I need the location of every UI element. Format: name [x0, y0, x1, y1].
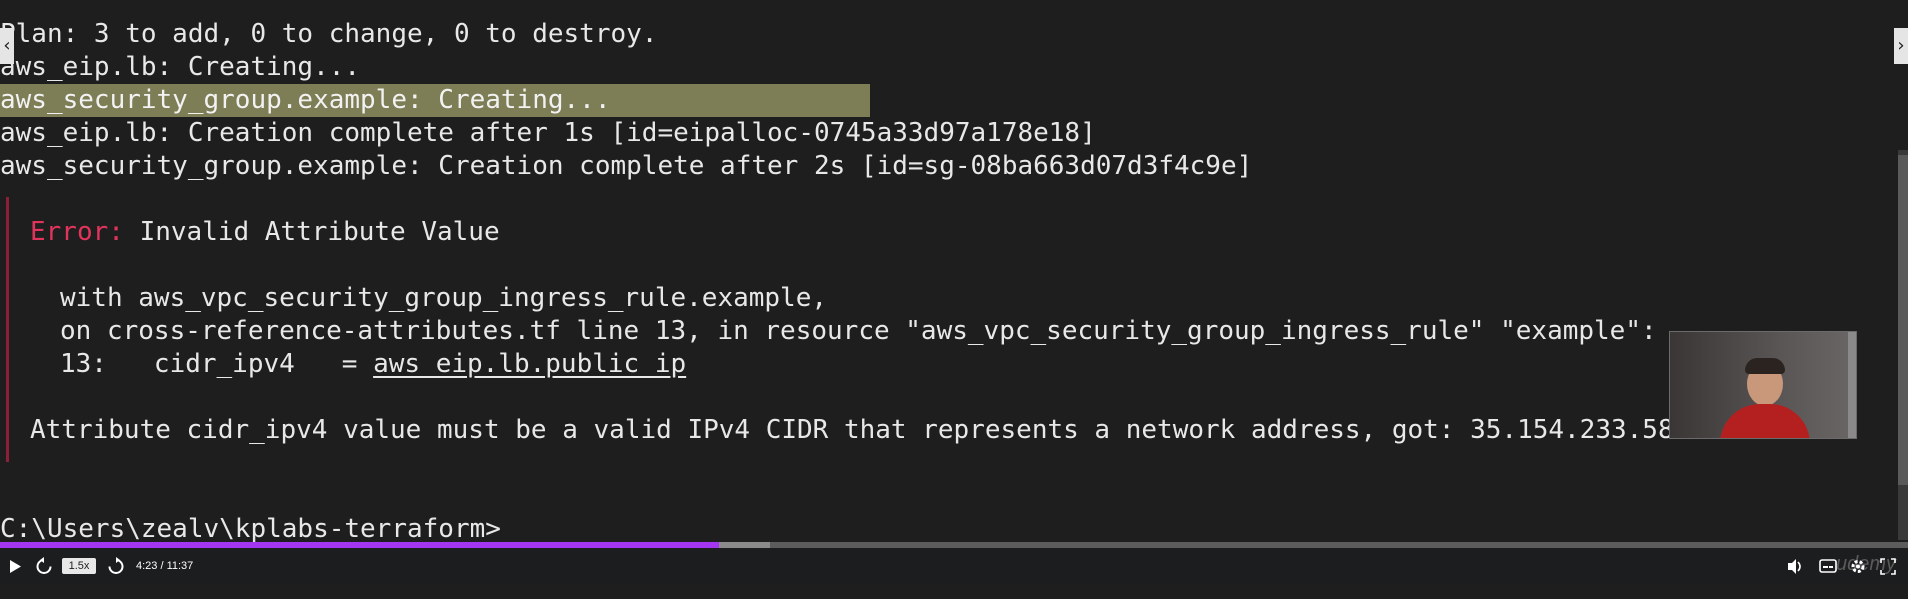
error-with-line: with aws_vpc_security_group_ingress_rule… — [60, 283, 828, 313]
error-title: Invalid Attribute Value — [123, 217, 500, 247]
error-block-bar — [6, 197, 9, 462]
forward-icon[interactable] — [108, 548, 124, 585]
code-prefix: 13: cidr_ipv4 = — [60, 349, 374, 379]
error-on-line: on cross-reference-attributes.tf line 13… — [60, 316, 1657, 346]
play-icon[interactable] — [8, 548, 22, 585]
terminal-scrollbar-thumb[interactable] — [1898, 155, 1908, 485]
error-code-line: 13: cidr_ipv4 = aws_eip.lb.public_ip — [60, 348, 686, 381]
eip-creating-line: aws_eip.lb: Creating... — [0, 52, 361, 82]
previous-lecture-button[interactable]: ‹ — [0, 28, 14, 64]
captions-icon[interactable] — [1818, 548, 1838, 585]
error-label: Error: — [30, 217, 124, 247]
instructor-webcam — [1669, 331, 1857, 439]
next-lecture-button[interactable]: › — [1894, 28, 1908, 64]
sg-creating-line-selected: aws_security_group.example: Creating... — [0, 84, 870, 117]
playback-time: 4:23 / 11:37 — [136, 560, 194, 572]
error-heading: Error: Invalid Attribute Value — [30, 216, 500, 249]
playback-speed-button[interactable]: 1.5x — [62, 558, 96, 574]
terminal-window: Plan: 3 to add, 0 to change, 0 to destro… — [0, 0, 1908, 544]
sg-complete-line: aws_security_group.example: Creation com… — [0, 151, 1253, 181]
gear-icon[interactable] — [1848, 548, 1868, 585]
volume-icon[interactable] — [1786, 548, 1804, 585]
video-controls: 1.5x 4:23 / 11:37 udemy — [0, 548, 1908, 585]
expand-icon[interactable] — [1878, 548, 1898, 585]
plan-line: Plan: 3 to add, 0 to change, 0 to destro… — [0, 19, 658, 49]
error-message: Attribute cidr_ipv4 value must be a vali… — [30, 415, 1674, 445]
eip-complete-line: aws_eip.lb: Creation complete after 1s [… — [0, 118, 1096, 148]
rewind-icon[interactable] — [36, 548, 52, 585]
code-reference: aws_eip.lb.public_ip — [373, 349, 687, 379]
